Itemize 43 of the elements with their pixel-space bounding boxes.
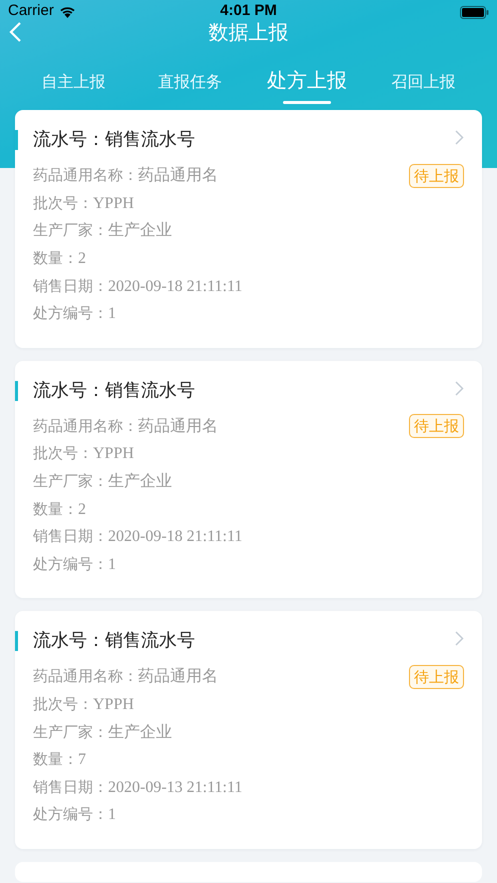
wifi-icon	[59, 5, 76, 18]
record-card[interactable]: 流水号：销售流水号 药品通用名称：药品通用名 待上报 批次号：YPPH 生产厂家：生产企业 数量：7 销售日期：2020-09-13 21:11:11 处方编号：1	[15, 611, 482, 849]
tab[interactable]: 自主上报	[41, 66, 106, 104]
field-text: 生产厂家：生产企业	[33, 722, 172, 743]
back-icon[interactable]	[8, 21, 24, 43]
field-text: 处方编号：1	[33, 805, 116, 824]
chevron-icon	[455, 130, 464, 145]
field-text: 处方编号：1	[33, 554, 116, 574]
accent-bar	[15, 631, 18, 652]
tab[interactable]: 召回上报	[392, 66, 456, 104]
serial-number: 流水号：销售流水号	[33, 380, 195, 401]
field-text: 销售日期：2020-09-18 21:11:11	[33, 527, 242, 546]
serial-number: 流水号：销售流水号	[33, 630, 195, 652]
serial-number: 流水号：销售流水号	[33, 129, 195, 150]
field-text: 生产厂家：生产企业	[33, 471, 172, 492]
battery-icon	[460, 6, 489, 19]
field-text: 数量：2	[33, 249, 86, 268]
accent-bar	[15, 130, 18, 150]
record-card[interactable]: 流水号：销售流水号 药品通用名称：药品通用名 待上报 批次号：YPPH 生产厂家：生产企业 数量：2 销售日期：2020-09-18 21:11:11 处方编号：1	[15, 360, 482, 598]
field-text: 销售日期：2020-09-13 21:11:11	[33, 778, 242, 797]
status-time: 4:01 PM	[220, 3, 277, 19]
field-text: 批次号：YPPH	[33, 695, 134, 714]
field-text: 销售日期：2020-09-18 21:11:11	[33, 276, 242, 296]
field-text: 批次号：YPPH	[33, 194, 134, 213]
tab[interactable]: 处方上报	[266, 66, 347, 104]
field-text: 药品通用名称：药品通用名	[33, 666, 218, 688]
field-text: 药品通用名称：药品通用名	[33, 416, 218, 437]
field-text: 生产厂家：生产企业	[33, 220, 172, 242]
status-badge: 待上报	[409, 414, 464, 438]
chevron-icon	[455, 380, 464, 396]
field-text: 数量：2	[33, 500, 86, 519]
field-text: 处方编号：1	[33, 304, 116, 324]
page-title: 数据上报	[208, 21, 288, 43]
accent-bar	[15, 380, 18, 401]
field-text: 药品通用名称：药品通用名	[33, 165, 218, 186]
carrier-name: Carrier	[8, 3, 54, 19]
chevron-icon	[455, 631, 464, 646]
record-card[interactable]: 流水号：销售流水号 药品通用名称：药品通用名 待上报 批次号：YPPH 生产厂家：生产企业 数量：2 销售日期：2020-09-18 21:11:11 处方编号：1	[15, 110, 482, 348]
field-text: 批次号：YPPH	[33, 444, 134, 464]
status-badge: 待上报	[409, 164, 464, 188]
status-badge: 待上报	[409, 664, 464, 689]
field-text: 数量：7	[33, 750, 86, 770]
tab[interactable]: 直报任务	[158, 66, 222, 104]
